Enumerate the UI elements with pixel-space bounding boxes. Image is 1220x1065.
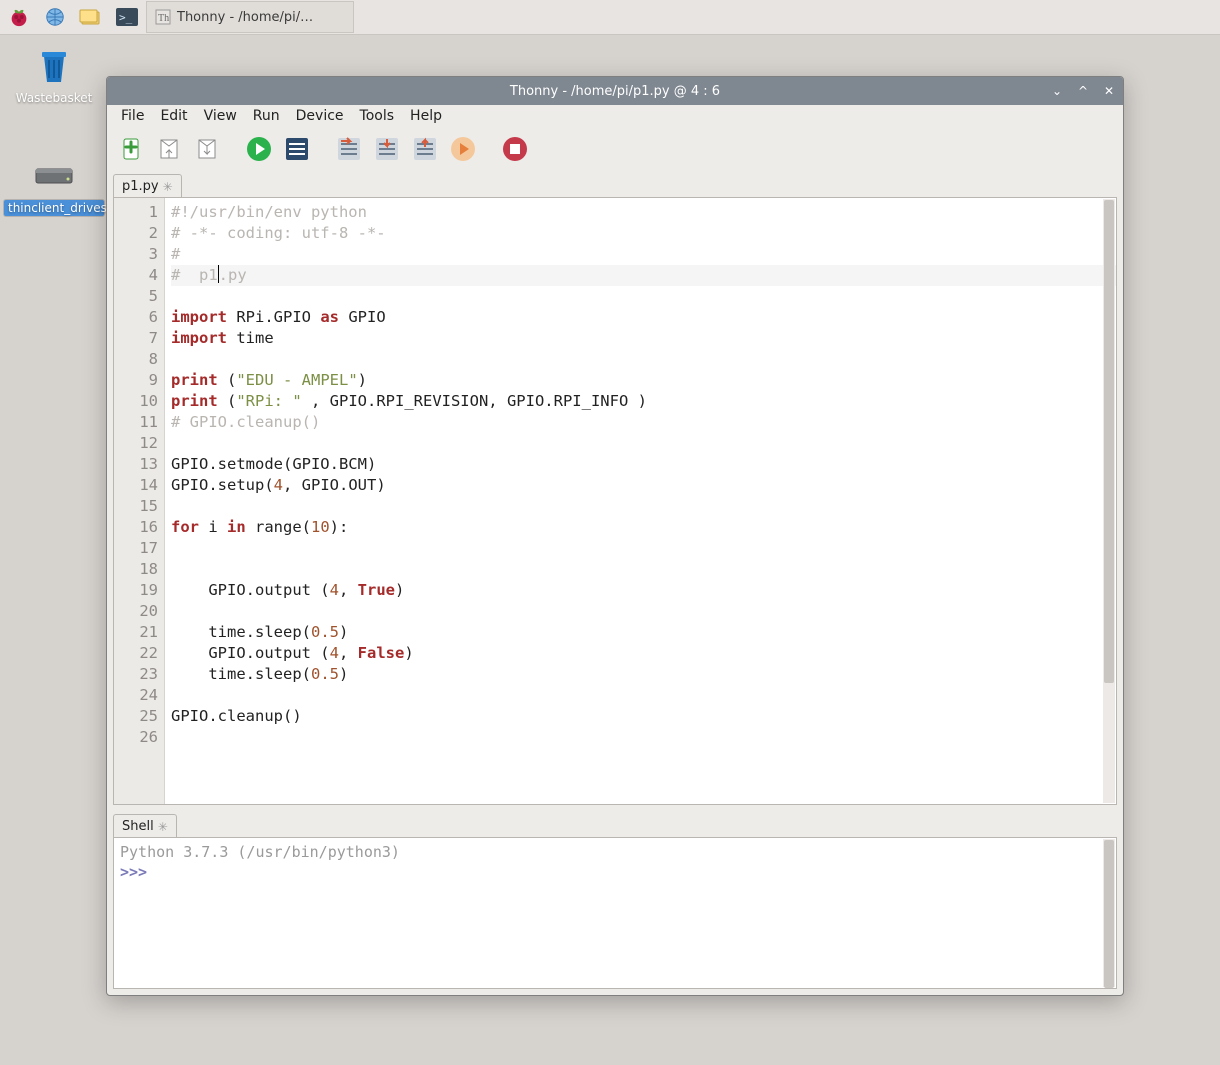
code-line[interactable]: GPIO.setmode(GPIO.BCM): [171, 454, 1116, 475]
desktop-icon-thinclient[interactable]: thinclient_drives: [4, 154, 104, 216]
taskbar-app-label: Thonny - /home/pi/…: [177, 10, 313, 25]
desktop-icon-wastebasket[interactable]: Wastebasket: [4, 44, 104, 106]
shell-prompt: >>>: [120, 863, 147, 881]
desktop: Wastebasket thinclient_drives Thonny - /…: [0, 34, 1220, 1065]
menu-device[interactable]: Device: [288, 106, 352, 126]
code-line[interactable]: import RPi.GPIO as GPIO: [171, 307, 1116, 328]
thonny-window: Thonny - /home/pi/p1.py @ 4 : 6 ⌄ ^ ✕ Fi…: [106, 76, 1124, 996]
shell-panel[interactable]: Python 3.7.3 (/usr/bin/python3) >>>: [113, 837, 1117, 989]
code-line[interactable]: [171, 496, 1116, 517]
new-file-icon[interactable]: [115, 133, 147, 165]
window-titlebar[interactable]: Thonny - /home/pi/p1.py @ 4 : 6 ⌄ ^ ✕: [107, 77, 1123, 105]
step-over-icon[interactable]: [333, 133, 365, 165]
debug-icon[interactable]: [281, 133, 313, 165]
terminal-icon[interactable]: >_: [110, 2, 144, 32]
code-line[interactable]: [171, 433, 1116, 454]
desktop-icon-label: thinclient_drives: [4, 200, 104, 216]
web-browser-icon[interactable]: [38, 2, 72, 32]
window-title: Thonny - /home/pi/p1.py @ 4 : 6: [510, 84, 720, 99]
menu-view[interactable]: View: [196, 106, 245, 126]
menu-tools[interactable]: Tools: [352, 106, 403, 126]
code-line[interactable]: # GPIO.cleanup(): [171, 412, 1116, 433]
line-number-gutter: 1 2 3 4 5 6 7 8 9 10 11 12 13 14 15 16 1…: [114, 198, 165, 804]
toolbar: [107, 127, 1123, 171]
editor-tab[interactable]: p1.py ✳: [113, 174, 182, 198]
menu-edit[interactable]: Edit: [152, 106, 195, 126]
editor-tabs: p1.py ✳: [107, 171, 1123, 197]
window-maximize-icon[interactable]: ^: [1075, 84, 1091, 98]
run-icon[interactable]: [243, 133, 275, 165]
code-line[interactable]: # -*- coding: utf-8 -*-: [171, 223, 1116, 244]
os-taskbar: >_ Th Thonny - /home/pi/…: [0, 0, 1220, 35]
code-line[interactable]: GPIO.cleanup(): [171, 706, 1116, 727]
editor-scrollbar[interactable]: [1103, 199, 1115, 803]
editor-tab-label: p1.py: [122, 179, 159, 194]
shell-scrollbar[interactable]: [1103, 839, 1115, 987]
code-line[interactable]: [171, 685, 1116, 706]
close-tab-icon[interactable]: ✳: [158, 822, 168, 832]
trash-icon: [4, 44, 104, 88]
taskbar-app-thonny[interactable]: Th Thonny - /home/pi/…: [146, 1, 354, 33]
code-line[interactable]: # p1.py: [171, 265, 1116, 286]
code-line[interactable]: time.sleep(0.5): [171, 622, 1116, 643]
code-line[interactable]: #: [171, 244, 1116, 265]
step-out-icon[interactable]: [409, 133, 441, 165]
shell-interpreter-info: Python 3.7.3 (/usr/bin/python3): [120, 842, 1110, 862]
svg-text:Th: Th: [158, 13, 169, 24]
shell-tab[interactable]: Shell ✳: [113, 814, 177, 838]
shell-tab-label: Shell: [122, 819, 154, 834]
shell-tabs: Shell ✳: [113, 811, 1117, 837]
code-line[interactable]: [171, 559, 1116, 580]
code-line[interactable]: GPIO.output (4, False): [171, 643, 1116, 664]
code-line[interactable]: time.sleep(0.5): [171, 664, 1116, 685]
resume-icon[interactable]: [447, 133, 479, 165]
code-line[interactable]: [171, 601, 1116, 622]
code-line[interactable]: print ("RPi: " , GPIO.RPI_REVISION, GPIO…: [171, 391, 1116, 412]
svg-text:>_: >_: [119, 11, 133, 24]
window-close-icon[interactable]: ✕: [1101, 84, 1117, 98]
step-into-icon[interactable]: [371, 133, 403, 165]
code-line[interactable]: GPIO.setup(4, GPIO.OUT): [171, 475, 1116, 496]
drive-icon: [4, 154, 104, 198]
code-line[interactable]: print ("EDU - AMPEL"): [171, 370, 1116, 391]
code-line[interactable]: for i in range(10):: [171, 517, 1116, 538]
code-editor[interactable]: 1 2 3 4 5 6 7 8 9 10 11 12 13 14 15 16 1…: [113, 197, 1117, 805]
code-line[interactable]: [171, 286, 1116, 307]
menu-run[interactable]: Run: [245, 106, 288, 126]
open-file-icon[interactable]: [153, 133, 185, 165]
code-line[interactable]: GPIO.output (4, True): [171, 580, 1116, 601]
menu-help[interactable]: Help: [402, 106, 450, 126]
code-line[interactable]: [171, 538, 1116, 559]
code-line[interactable]: [171, 349, 1116, 370]
save-file-icon[interactable]: [191, 133, 223, 165]
stop-icon[interactable]: [499, 133, 531, 165]
close-tab-icon[interactable]: ✳: [163, 182, 173, 192]
code-area[interactable]: #!/usr/bin/env python# -*- coding: utf-8…: [165, 198, 1116, 804]
code-line[interactable]: import time: [171, 328, 1116, 349]
desktop-icon-label: Wastebasket: [4, 90, 104, 106]
file-manager-icon[interactable]: [74, 2, 108, 32]
menu-file[interactable]: File: [113, 106, 152, 126]
code-line[interactable]: [171, 727, 1116, 748]
menu-bar: File Edit View Run Device Tools Help: [107, 105, 1123, 127]
code-line[interactable]: #!/usr/bin/env python: [171, 202, 1116, 223]
raspberry-menu-icon[interactable]: [2, 2, 36, 32]
window-minimize-icon[interactable]: ⌄: [1049, 84, 1065, 98]
